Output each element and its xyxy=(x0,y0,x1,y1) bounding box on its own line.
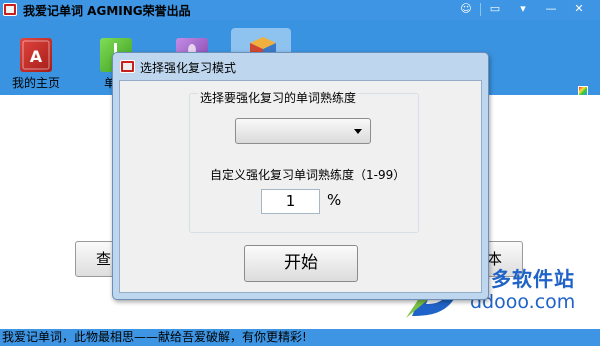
title-separator xyxy=(480,3,481,16)
chevron-down-icon xyxy=(354,129,362,134)
start-button[interactable]: 开始 xyxy=(244,245,358,282)
status-bar: 我爱记单词，此物最相思——献给吾爱破解，有你更精彩! xyxy=(0,329,600,346)
query-button[interactable]: 查 xyxy=(75,241,115,277)
app-icon xyxy=(3,3,17,16)
menu-dropdown-icon[interactable]: ▾ xyxy=(512,1,534,18)
dialog-title: 选择强化复习模式 xyxy=(140,61,237,75)
percent-input[interactable]: 1 xyxy=(261,189,320,214)
home-book-icon: A xyxy=(20,38,52,72)
svg-text:A: A xyxy=(30,47,43,66)
proficiency-select[interactable] xyxy=(235,118,371,144)
dialog-app-icon xyxy=(120,60,135,73)
toolbar-item-home[interactable]: A 我的主页 xyxy=(6,28,66,94)
proficiency-group-label: 选择要强化复习的单词熟练度 xyxy=(198,89,359,106)
close-button[interactable]: ✕ xyxy=(568,1,590,18)
minimize-button[interactable]: — xyxy=(540,1,562,18)
percent-sign: % xyxy=(327,191,342,209)
skin-window-icon[interactable]: ▭ xyxy=(484,1,506,18)
toolbar-item-label: 我的主页 xyxy=(11,76,60,90)
dialog-body: 选择要强化复习的单词熟练度 自定义强化复习单词熟练度（1-99） 1 % 开始 xyxy=(119,80,482,293)
review-mode-dialog: 选择强化复习模式 选择要强化复习的单词熟练度 自定义强化复习单词熟练度（1-99… xyxy=(112,52,489,300)
app-title: 我爱记单词 AGMING荣誉出品 xyxy=(23,4,191,18)
feedback-icon[interactable]: ☺ xyxy=(455,1,477,18)
custom-proficiency-label: 自定义强化复习单词熟练度（1-99） xyxy=(210,168,406,182)
title-bar: 我爱记单词 AGMING荣誉出品 ☺ ▭ ▾ — ✕ xyxy=(0,0,600,20)
